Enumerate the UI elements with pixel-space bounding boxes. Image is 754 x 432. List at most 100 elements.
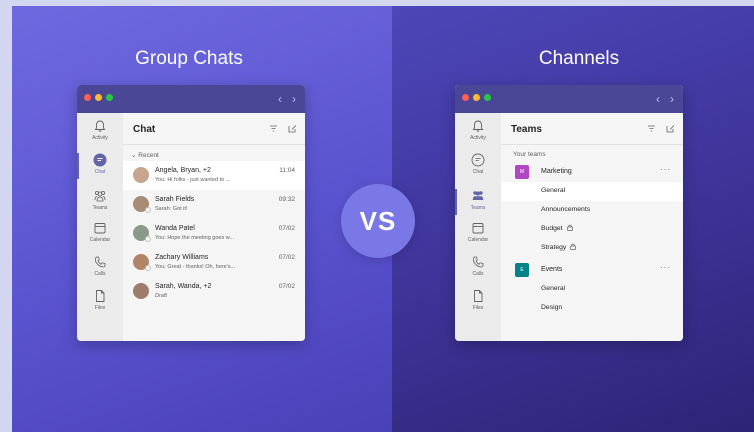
rail-item-chat[interactable]: Chat xyxy=(77,153,123,179)
chat-preview: You: Hi folks - just wanted to ... xyxy=(155,177,231,183)
lock-icon xyxy=(566,224,573,231)
channel-item[interactable]: Announcements xyxy=(501,201,683,220)
rail-label: Files xyxy=(94,305,106,311)
chat-name: Sarah Fields xyxy=(155,196,195,203)
rail-label: Chat xyxy=(472,169,484,175)
channel-name: General xyxy=(541,187,566,194)
teams-window: ‹ › Activity Chat Teams Calendar Calls F… xyxy=(455,85,683,341)
rail-label: Teams xyxy=(92,205,108,211)
chat-list-item[interactable]: Wanda Patel 07/02 You: Hope the meeting … xyxy=(123,219,305,248)
chat-list-item[interactable]: Sarah, Wanda, +2 07/02 Draft xyxy=(123,277,305,306)
more-options-icon[interactable]: ··· xyxy=(660,165,671,174)
channel-name: General xyxy=(541,285,566,292)
pane-title: Teams xyxy=(511,124,542,135)
filter-icon[interactable] xyxy=(269,124,278,133)
file-icon xyxy=(96,290,105,302)
chat-time: 11:04 xyxy=(279,167,295,174)
channel-name: Announcements xyxy=(541,205,591,213)
pane-header: Teams xyxy=(501,113,683,145)
phone-icon xyxy=(472,256,484,268)
rail-label: Chat xyxy=(94,169,106,175)
group-chats-heading: Group Chats xyxy=(135,48,243,69)
bell-icon xyxy=(472,120,484,132)
chat-window: ‹ › Activity Chat Teams Calendar Calls F… xyxy=(77,85,305,341)
file-icon xyxy=(474,290,483,302)
your-teams-label: Your teams xyxy=(513,151,546,158)
presence-icon xyxy=(145,236,151,242)
vs-badge: VS xyxy=(341,184,415,258)
chat-name: Zachary Williams xyxy=(155,254,209,261)
chat-list-item[interactable]: Angela, Bryan, +2 11:04 You: Hi folks - … xyxy=(123,161,305,190)
avatar xyxy=(133,196,151,213)
channel-name: Strategy xyxy=(541,243,567,251)
close-window-button[interactable] xyxy=(84,94,91,101)
bell-icon xyxy=(94,120,106,132)
chat-preview: You: Hope the meeting goes w... xyxy=(155,235,234,241)
compose-icon[interactable] xyxy=(666,124,675,133)
pane-title: Chat xyxy=(133,124,156,135)
team-item-marketing[interactable]: M Marketing ··· xyxy=(501,161,683,182)
channel-item[interactable]: Design xyxy=(501,299,683,318)
back-arrow-icon[interactable]: ‹ xyxy=(278,92,282,106)
rail-label: Calendar xyxy=(89,237,111,243)
rail-label: Calls xyxy=(94,271,106,277)
channel-item[interactable]: General xyxy=(501,280,683,299)
presence-icon xyxy=(145,265,151,271)
avatar xyxy=(133,254,151,271)
forward-arrow-icon[interactable]: › xyxy=(292,92,296,106)
chat-list-item[interactable]: Zachary Williams 07/02 You: Great - than… xyxy=(123,248,305,277)
rail-item-chat[interactable]: Chat xyxy=(455,153,501,175)
channel-name: Budget xyxy=(541,225,563,232)
section-label-text: Recent xyxy=(138,152,159,159)
chat-preview: Sarah: Got it! xyxy=(155,206,188,212)
rail-item-teams[interactable]: Teams xyxy=(77,189,123,211)
channel-item[interactable]: Strategy xyxy=(501,238,683,257)
rail-item-calls[interactable]: Calls xyxy=(455,255,501,277)
chat-time: 07/02 xyxy=(278,283,295,290)
filter-icon[interactable] xyxy=(647,124,656,133)
more-options-icon[interactable]: ··· xyxy=(660,263,671,272)
rail-item-files[interactable]: Files xyxy=(77,289,123,311)
teams-icon xyxy=(94,191,106,202)
channel-item[interactable]: Budget xyxy=(501,219,683,238)
chat-icon xyxy=(93,153,107,167)
chat-list-item[interactable]: Sarah Fields 09:32 Sarah: Got it! xyxy=(123,190,305,219)
channel-name: Design xyxy=(541,303,563,311)
window-titlebar: ‹ › xyxy=(455,85,683,113)
rail-item-calls[interactable]: Calls xyxy=(77,255,123,277)
chat-preview: Draft xyxy=(155,293,167,299)
rail-item-files[interactable]: Files xyxy=(455,289,501,311)
rail-item-calendar[interactable]: Calendar xyxy=(455,221,501,243)
team-avatar: M xyxy=(515,165,529,179)
channel-item[interactable]: General xyxy=(501,182,683,201)
rail-item-teams[interactable]: Teams xyxy=(455,189,501,215)
team-item-events[interactable]: E Events ··· xyxy=(501,259,683,280)
teams-icon xyxy=(472,191,484,200)
avatar xyxy=(133,167,149,183)
team-name: Marketing xyxy=(541,168,572,175)
rail-label: Activity xyxy=(470,135,486,141)
calendar-icon xyxy=(94,223,106,234)
forward-arrow-icon[interactable]: › xyxy=(670,92,674,106)
rail-item-activity[interactable]: Activity xyxy=(77,119,123,141)
chat-name: Angela, Bryan, +2 xyxy=(155,167,211,174)
minimize-window-button[interactable] xyxy=(95,94,102,101)
maximize-window-button[interactable] xyxy=(106,94,113,101)
recent-section-label[interactable]: ⌄ Recent xyxy=(123,145,305,161)
maximize-window-button[interactable] xyxy=(484,94,491,101)
window-titlebar: ‹ › xyxy=(77,85,305,113)
rail-item-activity[interactable]: Activity xyxy=(455,119,501,141)
chat-time: 09:32 xyxy=(278,196,295,203)
close-window-button[interactable] xyxy=(462,94,469,101)
phone-icon xyxy=(94,256,106,268)
rail-label: Teams xyxy=(470,205,486,211)
back-arrow-icon[interactable]: ‹ xyxy=(656,92,660,106)
presence-icon xyxy=(145,207,151,213)
chat-name: Sarah, Wanda, +2 xyxy=(155,283,212,290)
lock-icon xyxy=(570,243,577,250)
rail-item-calendar[interactable]: Calendar xyxy=(77,221,123,243)
chat-time: 07/02 xyxy=(278,225,295,232)
minimize-window-button[interactable] xyxy=(473,94,480,101)
avatar xyxy=(133,225,151,242)
compose-icon[interactable] xyxy=(288,124,297,133)
